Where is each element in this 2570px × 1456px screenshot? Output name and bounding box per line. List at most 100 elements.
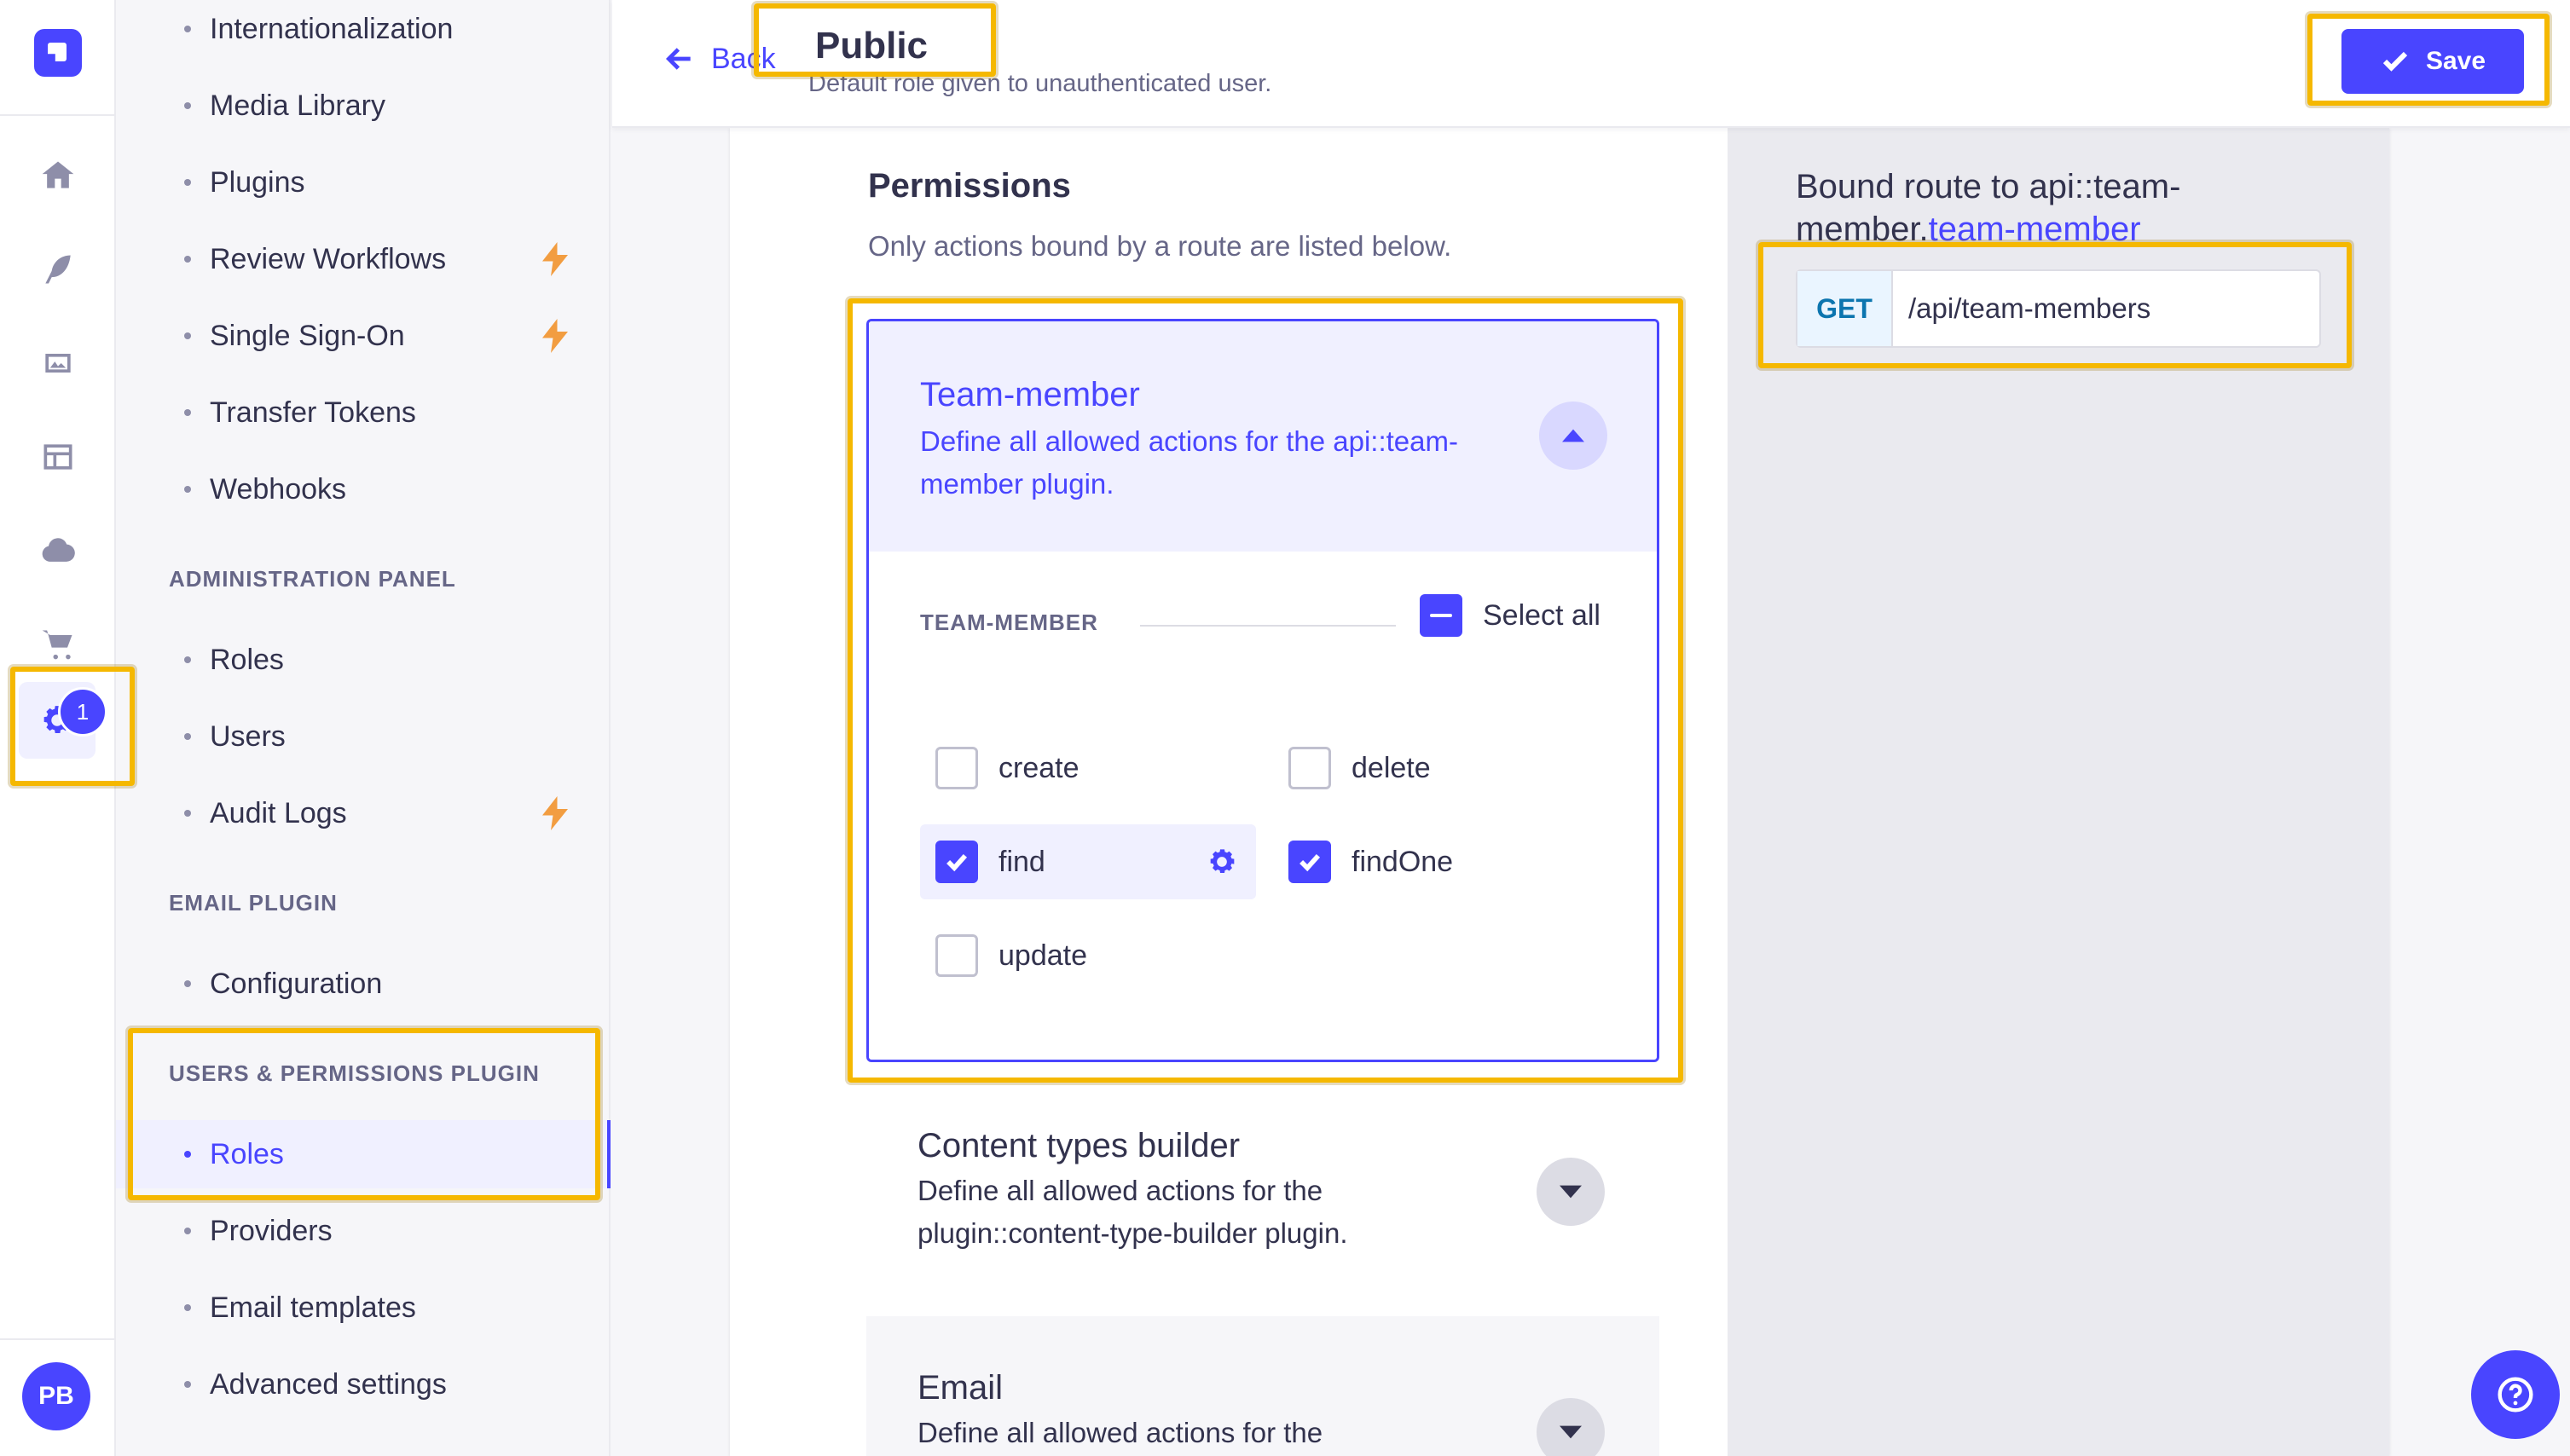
subnav-heading-email: EMAIL PLUGIN <box>169 890 338 916</box>
subnav-item-transfer-tokens[interactable]: Transfer Tokens <box>116 378 609 447</box>
accordion-team-member: Team-member Define all allowed actions f… <box>866 319 1659 1062</box>
subnav-item-label: Review Workflows <box>210 242 447 275</box>
check-icon <box>2382 51 2408 72</box>
accordion-description: Define all allowed actions for the api::… <box>920 425 1458 500</box>
chevron-down-icon <box>1560 1185 1582 1199</box>
permission-group-label: TEAM-MEMBER <box>920 610 1098 635</box>
subnav-item-plugins[interactable]: Plugins <box>116 148 609 217</box>
lightning-bolt-icon <box>542 796 568 830</box>
subnav-item-label: Audit Logs <box>210 796 347 829</box>
user-avatar[interactable]: PB <box>22 1362 90 1430</box>
subnav-item-providers[interactable]: Providers <box>116 1197 609 1265</box>
accordion-email[interactable]: Email Define all allowed actions for the <box>866 1316 1659 1456</box>
feather-icon[interactable] <box>34 246 82 293</box>
subnav-item-audit-logs[interactable]: Audit Logs <box>116 779 609 847</box>
subnav-item-label: Plugins <box>210 165 305 199</box>
subnav-item-advanced-settings[interactable]: Advanced settings <box>116 1350 609 1418</box>
accordion-title: Team-member <box>920 376 1140 413</box>
subnav-item-email-configuration[interactable]: Configuration <box>116 950 609 1018</box>
route-display: GET /api/team-members <box>1796 269 2321 348</box>
subnav-item-label: Transfer Tokens <box>210 396 416 429</box>
accordion-title: Content types builder <box>917 1127 1241 1164</box>
subnav-item-admin-roles[interactable]: Roles <box>116 626 609 694</box>
chevron-down-icon <box>1560 1425 1582 1439</box>
checkbox[interactable] <box>1288 747 1331 789</box>
bound-route-highlight: team-member <box>1928 211 2141 248</box>
back-link[interactable]: Back <box>663 38 776 80</box>
subnav-item-email-templates[interactable]: Email templates <box>116 1274 609 1342</box>
cart-icon[interactable] <box>34 621 82 668</box>
accordion-content-types-builder[interactable]: Content types builder Define all allowed… <box>866 1089 1659 1314</box>
indeterminate-checkbox[interactable] <box>1420 594 1462 637</box>
page-header: Back Default role given to unauthenticat… <box>612 0 2570 128</box>
subnav-item-single-sign-on[interactable]: Single Sign-On <box>116 302 609 370</box>
action-find[interactable]: find <box>920 824 1256 899</box>
back-label: Back <box>711 42 776 75</box>
action-update[interactable]: update <box>920 918 1236 993</box>
home-icon[interactable] <box>34 152 82 199</box>
save-label: Save <box>2425 47 2486 75</box>
page-title: Public <box>808 17 935 75</box>
subnav-item-users[interactable]: Users <box>116 702 609 771</box>
save-button[interactable]: Save <box>2341 29 2524 94</box>
action-create[interactable]: create <box>920 731 1236 806</box>
action-findone[interactable]: findOne <box>1273 824 1589 899</box>
check-icon <box>1299 854 1321 872</box>
subnav-item-label: Configuration <box>210 967 383 1000</box>
subnav-item-internationalization[interactable]: Internationalization <box>116 0 609 63</box>
checkbox-checked[interactable] <box>1288 841 1331 883</box>
check-icon <box>946 854 968 872</box>
rail-divider <box>0 114 116 116</box>
subnav-item-label: Single Sign-On <box>210 319 405 352</box>
subnav-item-up-roles[interactable]: Roles <box>116 1120 611 1188</box>
action-label: update <box>998 939 1087 972</box>
bound-route-title: Bound route to api::team-member.team-mem… <box>1796 165 2239 251</box>
notification-badge: 1 <box>58 687 107 737</box>
action-label: create <box>998 751 1080 784</box>
accordion-title: Email <box>917 1369 1004 1407</box>
lightning-bolt-icon <box>542 319 568 353</box>
subnav-item-media-library[interactable]: Media Library <box>116 72 609 140</box>
accordion-description: Define all allowed actions for the <box>917 1417 1323 1448</box>
subnav-item-label: Providers <box>210 1214 333 1247</box>
checkbox[interactable] <box>935 934 978 977</box>
action-label: find <box>998 845 1045 878</box>
subnav-item-label: Advanced settings <box>210 1367 447 1401</box>
subnav-item-label: Webhooks <box>210 472 347 506</box>
checkbox[interactable] <box>935 747 978 789</box>
action-label: delete <box>1352 751 1431 784</box>
strapi-logo[interactable] <box>34 29 82 77</box>
settings-subnav: Internationalization Media Library Plugi… <box>116 0 611 1456</box>
subnav-heading-admin: ADMINISTRATION PANEL <box>169 566 456 592</box>
subnav-item-webhooks[interactable]: Webhooks <box>116 455 609 523</box>
http-method-badge: GET <box>1797 271 1893 346</box>
media-library-icon[interactable] <box>34 339 82 387</box>
subnav-item-label: Media Library <box>210 89 385 122</box>
checkbox-checked[interactable] <box>935 841 978 883</box>
cog-icon[interactable] <box>1205 845 1239 879</box>
action-label: findOne <box>1352 845 1454 878</box>
subnav-item-review-workflows[interactable]: Review Workflows <box>116 225 609 293</box>
question-icon <box>2498 1377 2533 1413</box>
accordion-collapse-button[interactable] <box>1539 402 1607 470</box>
subnav-item-label: Roles <box>210 643 284 676</box>
permissions-title: Permissions <box>868 167 1071 205</box>
select-all-label: Select all <box>1483 598 1600 632</box>
action-delete[interactable]: delete <box>1273 731 1589 806</box>
cloud-icon[interactable] <box>34 527 82 575</box>
subnav-heading-users-permissions: USERS & PERMISSIONS PLUGIN <box>169 1060 540 1086</box>
chevron-up-icon <box>1562 429 1584 442</box>
subnav-item-label: Users <box>210 719 286 753</box>
lightning-bolt-icon <box>542 242 568 276</box>
accordion-expand-button[interactable] <box>1537 1398 1605 1456</box>
layout-icon[interactable] <box>34 433 82 481</box>
subnav-item-label: Email templates <box>210 1291 416 1324</box>
help-button[interactable] <box>2471 1350 2560 1439</box>
main-nav-rail: 1 PB <box>0 0 116 1456</box>
accordion-header[interactable]: Team-member Define all allowed actions f… <box>869 321 1657 552</box>
permissions-subtitle: Only actions bound by a route are listed… <box>868 230 1452 262</box>
select-all-checkbox[interactable]: Select all <box>1420 594 1600 637</box>
subnav-item-label: Internationalization <box>210 12 454 45</box>
group-divider <box>1140 625 1396 627</box>
accordion-expand-button[interactable] <box>1537 1158 1605 1226</box>
